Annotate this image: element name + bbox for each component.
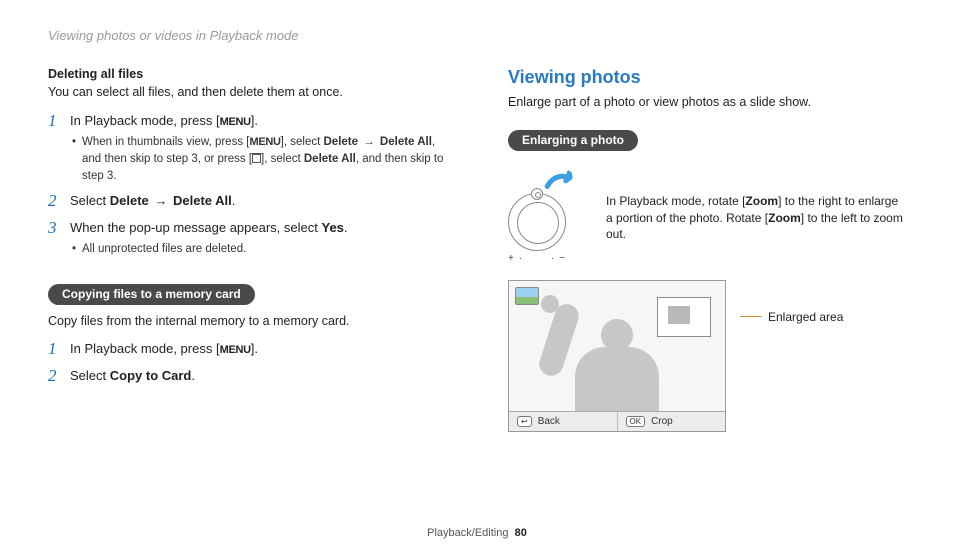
zoom-instruction: In Playback mode, rotate [Zoom] to the r… <box>606 193 906 243</box>
dial-minus: · − <box>551 253 566 264</box>
step-body: When the pop-up message appears, select … <box>70 219 448 258</box>
back-label: Back <box>538 416 560 427</box>
back-button[interactable]: ↩ Back <box>509 412 618 432</box>
text: When in thumbnails view, press [ <box>82 136 249 148</box>
text: Copy to Card <box>110 368 192 383</box>
page-footer: Playback/Editing 80 <box>0 527 954 539</box>
step-number: 2 <box>48 367 62 386</box>
viewing-intro: Enlarge part of a photo or view photos a… <box>508 94 906 112</box>
page-number: 80 <box>515 527 527 539</box>
step-body: Select Copy to Card. <box>70 367 448 386</box>
menu-label: MENU <box>249 136 280 148</box>
delete-step-1: 1 In Playback mode, press [MENU]. When i… <box>48 112 448 185</box>
right-column: Viewing photos Enlarge part of a photo o… <box>508 67 906 432</box>
text: Delete <box>324 136 359 148</box>
step-subnote: When in thumbnails view, press [MENU], s… <box>72 134 448 184</box>
copying-pill: Copying files to a memory card <box>48 284 255 305</box>
step-number: 2 <box>48 192 62 211</box>
footer-section: Playback/Editing <box>427 527 508 539</box>
copy-intro: Copy files from the internal memory to a… <box>48 313 448 331</box>
text: In Playback mode, press [ <box>70 113 220 128</box>
step-number: 1 <box>48 112 62 185</box>
step-body: Select Delete → Delete All. <box>70 192 448 211</box>
left-column: Deleting all files You can select all fi… <box>48 67 448 432</box>
trash-icon <box>252 153 261 163</box>
photo-silhouette <box>575 319 659 411</box>
copy-step-1: 1 In Playback mode, press [MENU]. <box>48 340 448 359</box>
dial-plus: + · <box>508 253 523 264</box>
text: Delete All <box>304 153 356 165</box>
text: In Playback mode, press [ <box>70 341 220 356</box>
menu-label: MENU <box>220 116 251 128</box>
thumbnail-icon <box>515 287 539 305</box>
text: ], select <box>281 136 324 148</box>
text: ]. <box>251 341 258 356</box>
step-number: 1 <box>48 340 62 359</box>
enlarged-area-callout: Enlarged area <box>740 310 843 324</box>
step-subnote: All unprotected files are deleted. <box>72 241 448 258</box>
crop-label: Crop <box>651 416 673 427</box>
step-body: In Playback mode, press [MENU]. When in … <box>70 112 448 185</box>
text: → <box>149 193 173 208</box>
delete-step-3: 3 When the pop-up message appears, selec… <box>48 219 448 258</box>
text: Delete <box>110 193 149 208</box>
text: Select <box>70 193 110 208</box>
callout-label: Enlarged area <box>768 310 843 324</box>
text: . <box>232 193 236 208</box>
text: . <box>191 368 195 383</box>
delete-step-2: 2 Select Delete → Delete All. <box>48 192 448 211</box>
text: Delete All <box>173 193 232 208</box>
text: → <box>358 136 380 148</box>
text: ]. <box>251 113 258 128</box>
callout-line <box>740 316 762 317</box>
back-icon: ↩ <box>517 416 532 428</box>
enlarged-area-frame <box>657 297 711 337</box>
deleting-intro: You can select all files, and then delet… <box>48 84 448 102</box>
text: Select <box>70 368 110 383</box>
enlarging-pill: Enlarging a photo <box>508 130 638 151</box>
ok-icon: OK <box>626 416 646 428</box>
crop-button[interactable]: OK Crop <box>618 412 726 432</box>
playback-screen: ↩ Back OK Crop <box>508 280 726 433</box>
text: When the pop-up message appears, select <box>70 220 321 235</box>
text: Delete All <box>380 136 432 148</box>
deleting-all-files-heading: Deleting all files <box>48 67 448 81</box>
viewing-photos-heading: Viewing photos <box>508 67 906 88</box>
text: . <box>344 220 348 235</box>
menu-label: MENU <box>220 344 251 356</box>
zoom-dial: + · · − <box>508 173 588 264</box>
page-header: Viewing photos or videos in Playback mod… <box>48 28 906 43</box>
step-body: In Playback mode, press [MENU]. <box>70 340 448 359</box>
text: ], select <box>261 153 304 165</box>
text: Yes <box>321 220 343 235</box>
step-number: 3 <box>48 219 62 258</box>
copy-step-2: 2 Select Copy to Card. <box>48 367 448 386</box>
